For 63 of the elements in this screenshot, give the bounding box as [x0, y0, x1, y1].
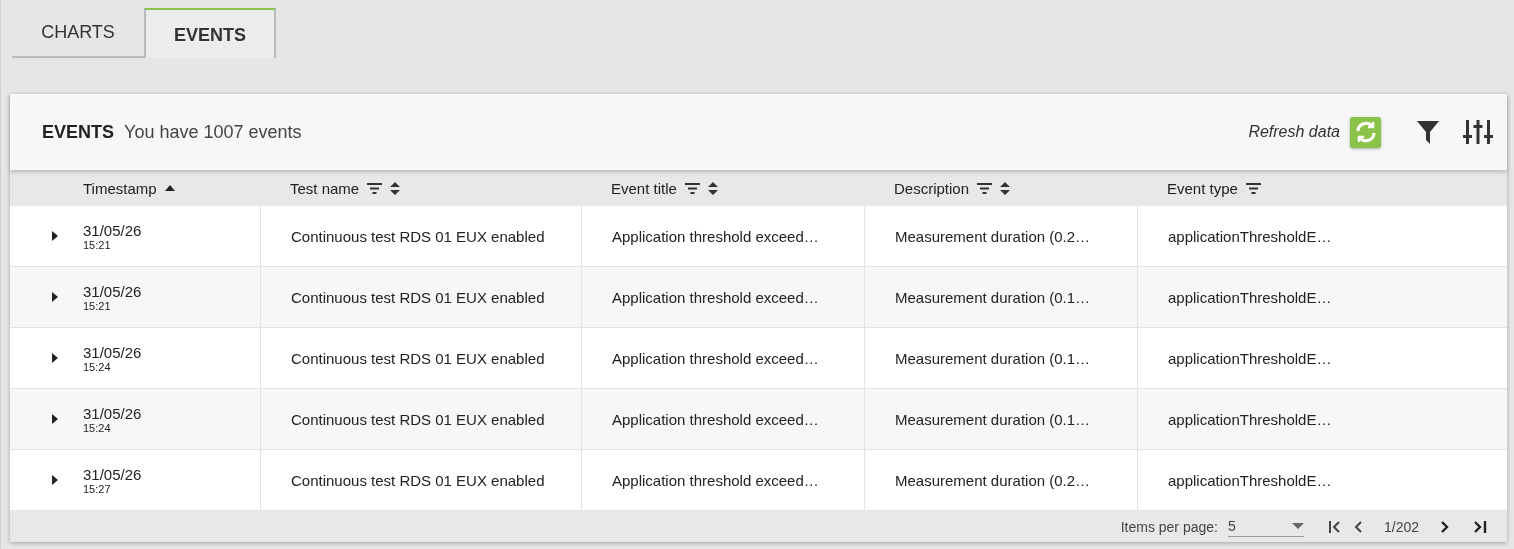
table-cell: applicationThresholdE…	[1168, 410, 1332, 428]
caret-icon	[50, 352, 60, 364]
table-cell: Measurement duration (0.1…	[895, 349, 1091, 367]
table-cell: Application threshold exceed…	[612, 349, 819, 367]
event-count: You have 1007 events	[124, 121, 303, 143]
table-cell: Continuous test RDS 01 EUX enabled	[291, 288, 545, 306]
dropdown-caret-icon	[1291, 523, 1304, 529]
table-cell: Measurement duration (0.2…	[895, 471, 1091, 489]
table-cell: Continuous test RDS 01 EUX enabled	[291, 410, 545, 428]
table-row[interactable]: 31/05/26 15:24 Continuous test RDS 01 EUX enabled Application threshold exceed… Measurement duration (0.1… applicationThresholdE…	[10, 389, 1507, 450]
items-per-page-label: Items per page:	[1120, 518, 1218, 535]
panel-title: EVENTS	[42, 121, 115, 143]
filter-icon[interactable]	[1245, 182, 1261, 194]
table-cell: applicationThresholdE…	[1168, 471, 1332, 489]
column-header[interactable]: Test name	[290, 179, 360, 197]
refresh-label: Refresh data	[1248, 123, 1340, 141]
column-header[interactable]: Description	[894, 179, 970, 197]
table-cell: Application threshold exceed…	[612, 288, 819, 306]
table-row[interactable]: 31/05/26 15:27 Continuous test RDS 01 EUX enabled Application threshold exceed… Measurement duration (0.2… applicationThresholdE…	[10, 450, 1507, 511]
table-cell: Measurement duration (0.1…	[895, 288, 1091, 306]
date-text: 31/05/26	[83, 465, 143, 483]
table-cell: Measurement duration (0.2…	[895, 227, 1091, 245]
page-indicator: 1/202	[1383, 518, 1419, 535]
caret-icon	[50, 413, 60, 425]
column-header[interactable]: Timestamp	[83, 179, 157, 197]
table-cell: Measurement duration (0.1…	[895, 410, 1091, 428]
date-text: 31/05/26	[83, 404, 143, 422]
date-text: 31/05/26	[83, 221, 143, 239]
table-cell: Continuous test RDS 01 EUX enabled	[291, 471, 545, 489]
filter-button[interactable]	[1417, 120, 1439, 144]
items-per-page-select[interactable]: 5	[1227, 516, 1304, 537]
filter-icon[interactable]	[977, 182, 993, 194]
sort-icon[interactable]	[707, 181, 718, 195]
table-cell: applicationThresholdE…	[1168, 349, 1332, 367]
time-text: 15:24	[83, 360, 112, 373]
caret-icon	[50, 230, 60, 242]
table-row[interactable]: 31/05/26 15:21 Continuous test RDS 01 EUX enabled Application threshold exceed… Measurement duration (0.2… applicationThresholdE…	[10, 206, 1507, 267]
caret-icon	[50, 291, 60, 303]
table-row[interactable]: 31/05/26 15:21 Continuous test RDS 01 EUX enabled Application threshold exceed… Measurement duration (0.1… applicationThresholdE…	[10, 267, 1507, 328]
time-text: 15:21	[83, 299, 112, 312]
column-header[interactable]: Event title	[611, 179, 677, 197]
table-row[interactable]: 31/05/26 15:24 Continuous test RDS 01 EUX enabled Application threshold exceed… Measurement duration (0.1… applicationThresholdE…	[10, 328, 1507, 389]
filter-icon[interactable]	[684, 182, 700, 194]
filter-icon[interactable]	[367, 182, 383, 194]
sort-icon[interactable]	[390, 181, 401, 195]
table-cell: applicationThresholdE…	[1168, 288, 1332, 306]
settings-sliders-button[interactable]	[1463, 120, 1493, 144]
time-text: 15:24	[83, 421, 112, 434]
time-text: 15:21	[83, 238, 112, 251]
date-text: 31/05/26	[83, 343, 143, 361]
table-cell: Continuous test RDS 01 EUX enabled	[291, 349, 545, 367]
time-text: 15:27	[83, 482, 112, 495]
date-text: 31/05/26	[83, 282, 143, 300]
table-cell: Application threshold exceed…	[612, 410, 819, 428]
table-cell: Continuous test RDS 01 EUX enabled	[291, 227, 545, 245]
table-cell: Application threshold exceed…	[612, 471, 819, 489]
table-cell: applicationThresholdE…	[1168, 227, 1332, 245]
caret-icon	[50, 474, 60, 486]
sort-icon[interactable]	[1000, 181, 1011, 195]
tab[interactable]: EVENTS	[144, 8, 276, 58]
table-cell: Application threshold exceed…	[612, 227, 819, 245]
column-header[interactable]: Event type	[1167, 179, 1238, 197]
sort-ascending-icon	[164, 183, 175, 193]
